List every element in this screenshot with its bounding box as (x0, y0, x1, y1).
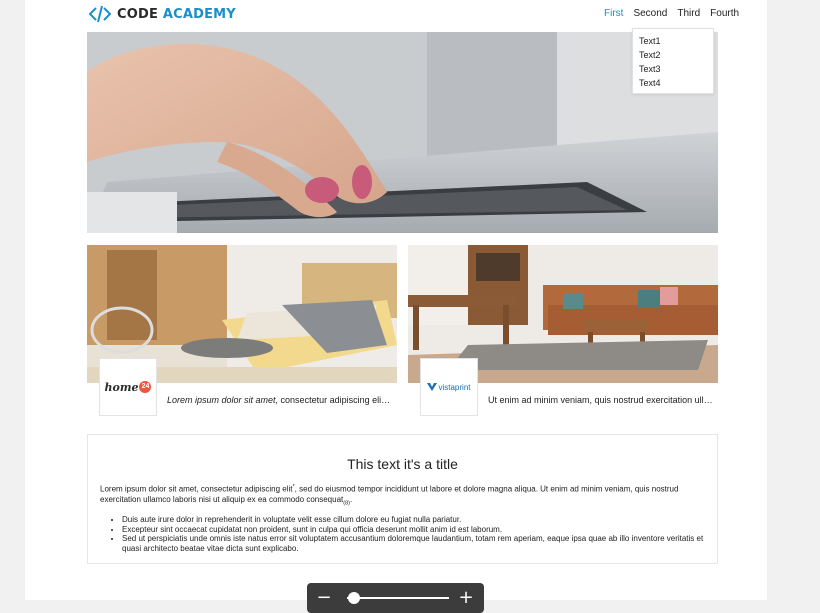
para-end: . (349, 494, 353, 504)
zoom-in-button[interactable]: + (457, 589, 475, 607)
content-box: This text it's a title Lorem ipsum dolor… (87, 434, 718, 564)
content-list: Duis aute irure dolor in reprehenderit i… (122, 515, 707, 553)
zoom-slider-track[interactable] (347, 597, 449, 599)
nav-item-first[interactable]: First (604, 8, 623, 19)
zoom-out-button[interactable]: − (315, 589, 333, 607)
home24-logo-badge: 24 (139, 381, 152, 393)
nav-item-third[interactable]: Third (677, 8, 700, 19)
nav-item-fourth[interactable]: Fourth (710, 8, 739, 19)
zoom-slider-thumb[interactable] (348, 592, 361, 604)
hero-image (87, 32, 718, 233)
zoom-control: − + (307, 583, 484, 613)
logo-accent: ACADEMY (162, 6, 236, 22)
card-caption-rest: Ut enim ad minim veniam, quis nostrud ex… (488, 395, 713, 405)
top-nav: First Second Third Fourth (604, 8, 739, 19)
content-paragraph: Lorem ipsum dolor sit amet, consectetur … (100, 482, 710, 508)
card-vistaprint[interactable]: vistaprint Ut enim ad minim veniam, quis… (408, 245, 718, 416)
card-home24[interactable]: home 24 Lorem ipsum dolor sit amet, conse… (87, 245, 397, 416)
home24-logo-text: home (104, 380, 139, 394)
logo-text: CODE ACADEMY (117, 7, 236, 22)
code-brackets-icon (89, 5, 111, 23)
hands-typing-illustration (87, 32, 718, 233)
list-item: Duis aute irure dolor in reprehenderit i… (122, 515, 707, 525)
nav-dropdown: Text1 Text2 Text3 Text4 (632, 28, 714, 94)
logo[interactable]: CODE ACADEMY (89, 5, 236, 23)
list-item: Sed ut perspiciatis unde omnis iste natu… (122, 534, 707, 553)
dropdown-item-text2[interactable]: Text2 (639, 48, 713, 62)
logo-prefix: CODE (117, 6, 159, 22)
card-caption-rest: consectetur adipiscing elit, se... (280, 395, 392, 405)
list-item: Excepteur sint occaecat cupidatat non pr… (122, 525, 707, 535)
dropdown-item-text3[interactable]: Text3 (639, 62, 713, 76)
card-caption-italic: Lorem ipsum dolor sit amet, (167, 395, 279, 405)
para-part1: Lorem ipsum dolor sit amet, consectetur … (100, 484, 293, 494)
home24-logo: home 24 (99, 358, 157, 416)
dropdown-item-text1[interactable]: Text1 (639, 34, 713, 48)
dropdown-item-text4[interactable]: Text4 (639, 76, 713, 90)
vistaprint-logo-text: vistaprint (438, 382, 471, 392)
card-caption: Ut enim ad minim veniam, quis nostrud ex… (488, 395, 713, 405)
content-title: This text it's a title (347, 456, 458, 472)
para-citation: (8) (343, 500, 350, 507)
card-caption: Lorem ipsum dolor sit amet, consectetur … (167, 395, 392, 405)
nav-item-second[interactable]: Second (633, 8, 667, 19)
vistaprint-logo: vistaprint (420, 358, 478, 416)
vistaprint-mark-icon (427, 383, 438, 391)
